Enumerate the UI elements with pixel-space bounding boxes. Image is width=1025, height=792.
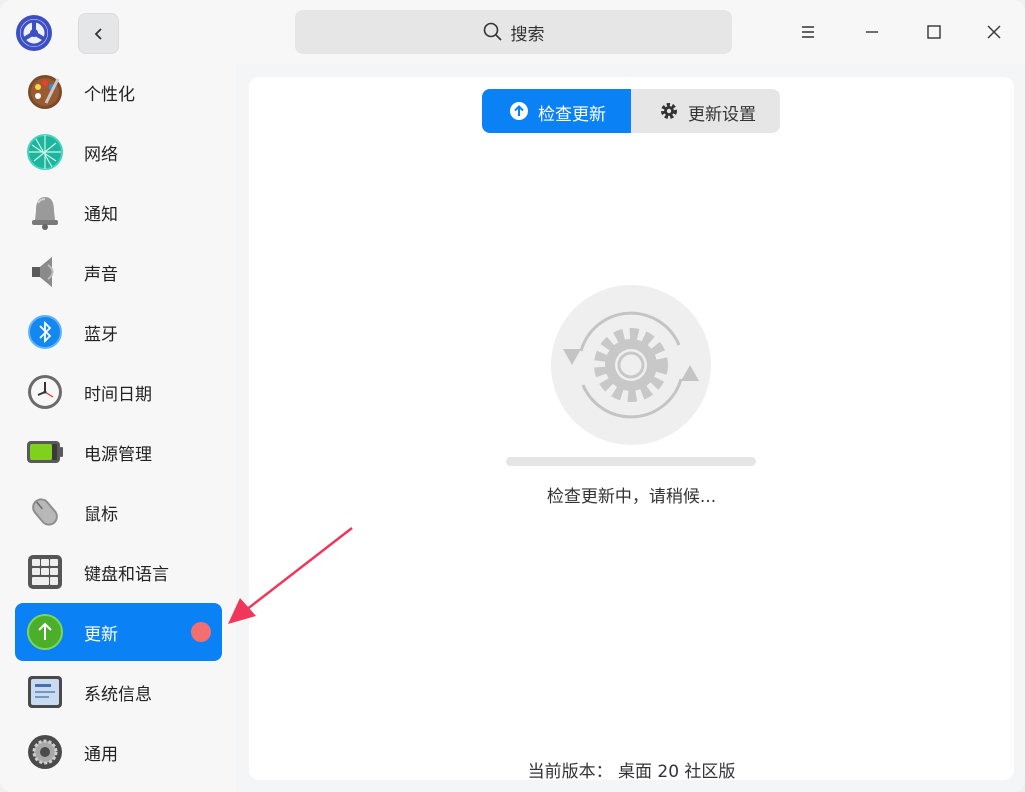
update-tabs: 检查更新 更新设置 <box>482 89 780 133</box>
sidebar-item-notification[interactable]: 通知 <box>15 183 222 241</box>
update-badge <box>191 622 211 642</box>
maximize-button[interactable] <box>920 18 948 46</box>
speaker-icon <box>32 257 54 287</box>
sidebar-item-label: 声音 <box>84 265 118 285</box>
sidebar-item-label: 时间日期 <box>84 385 152 405</box>
control-center-window: 搜索 个性化 网络 通知 声音 蓝牙 时间日期 电源管理 鼠标 键盘和语言 更新… <box>0 0 1025 792</box>
minimize-icon <box>866 31 878 33</box>
status-text: 检查更新中，请稍候... <box>546 487 717 507</box>
sidebar-item-power[interactable]: 电源管理 <box>15 423 222 481</box>
sidebar-item-network[interactable]: 网络 <box>15 123 222 181</box>
close-button[interactable] <box>980 18 1008 46</box>
sidebar-item-datetime[interactable]: 时间日期 <box>15 363 222 421</box>
arrow-up-circle-icon <box>510 102 528 120</box>
chevron-left-icon <box>94 27 102 40</box>
tab-update-settings[interactable]: 更新设置 <box>631 89 780 133</box>
update-progress-bar <box>506 457 756 466</box>
minimize-button[interactable] <box>858 18 886 46</box>
sidebar-item-label: 网络 <box>84 145 118 165</box>
sidebar-item-personalization[interactable]: 个性化 <box>15 63 222 121</box>
mouse-icon <box>32 498 58 526</box>
sidebar-item-keyboard[interactable]: 键盘和语言 <box>15 543 222 601</box>
update-arrow-icon <box>27 614 63 650</box>
bluetooth-icon <box>28 315 62 349</box>
menu-button[interactable] <box>794 18 822 46</box>
back-button[interactable] <box>78 13 119 54</box>
keyboard-icon <box>28 555 62 589</box>
sidebar-item-bluetooth[interactable]: 蓝牙 <box>15 303 222 361</box>
sidebar-item-system-info[interactable]: 系统信息 <box>15 663 222 721</box>
tab-label: 更新设置 <box>688 105 756 125</box>
palette-icon <box>28 75 62 109</box>
sidebar-item-update[interactable]: 更新 <box>15 603 222 661</box>
checking-update-gear-icon <box>551 285 711 445</box>
sidebar-item-label: 鼠标 <box>84 505 118 525</box>
close-icon <box>987 25 1001 39</box>
sidebar-item-label: 键盘和语言 <box>84 565 169 585</box>
sidebar-item-label: 更新 <box>84 625 118 645</box>
tab-label: 检查更新 <box>538 105 606 125</box>
update-progress-fill <box>506 457 756 466</box>
bell-icon <box>32 197 58 230</box>
sidebar-item-label: 电源管理 <box>84 445 152 465</box>
sidebar-item-mouse[interactable]: 鼠标 <box>15 483 222 541</box>
search-placeholder: 搜索 <box>510 24 545 45</box>
sidebar-item-label: 通用 <box>84 745 118 765</box>
sidebar-item-general[interactable]: 通用 <box>15 723 222 781</box>
battery-icon <box>27 441 63 463</box>
tab-check-update[interactable]: 检查更新 <box>482 89 631 133</box>
sidebar-item-label: 系统信息 <box>84 685 152 705</box>
sidebar: 个性化 网络 通知 声音 蓝牙 时间日期 电源管理 鼠标 键盘和语言 更新 系统… <box>0 64 236 792</box>
menu-icon <box>802 26 814 38</box>
gear-icon <box>661 103 677 119</box>
title-bar: 搜索 <box>0 0 1025 64</box>
network-globe-icon <box>27 134 63 170</box>
maximize-icon <box>927 25 941 39</box>
sidebar-item-label: 个性化 <box>84 85 135 105</box>
general-gear-icon <box>28 735 62 769</box>
update-panel: 检查更新 更新设置 检查更新中，请稍候... 当前版本： 桌面 20 社区版 <box>249 77 1014 782</box>
version-text: 当前版本： 桌面 20 社区版 <box>527 762 736 782</box>
sidebar-item-sound[interactable]: 声音 <box>15 243 222 301</box>
search-icon <box>483 22 502 41</box>
search-input[interactable]: 搜索 <box>295 10 732 54</box>
control-center-logo-icon <box>16 15 52 51</box>
clock-icon <box>28 375 62 409</box>
sidebar-item-label: 蓝牙 <box>84 325 118 345</box>
sidebar-item-label: 通知 <box>84 205 118 225</box>
system-info-icon <box>28 676 62 708</box>
